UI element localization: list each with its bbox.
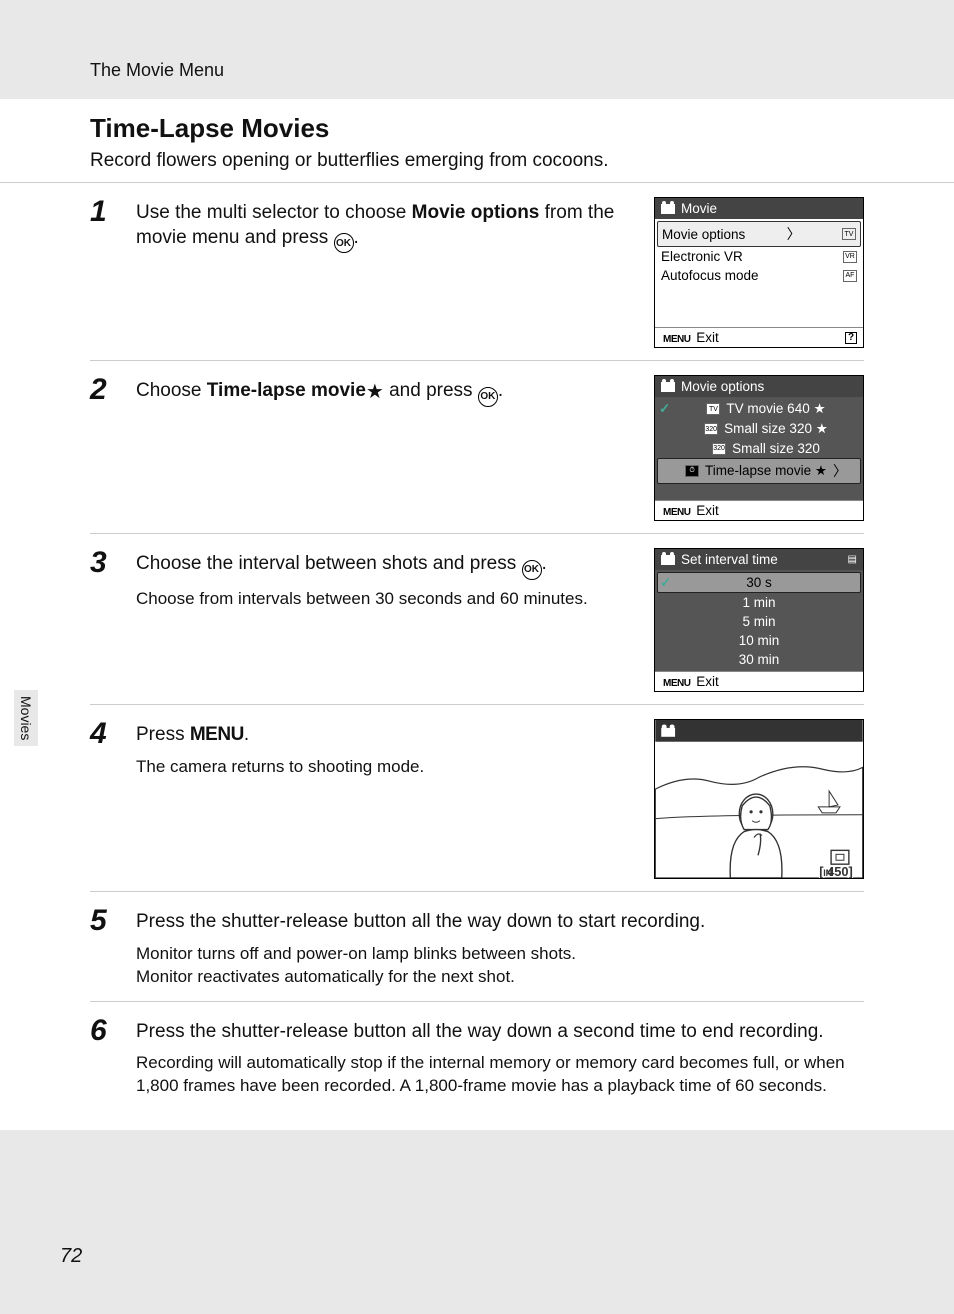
menu-item-autofocus: Autofocus modeAF: [657, 266, 861, 285]
option-small-320-star: 320Small size 320 ★: [657, 419, 861, 439]
step-number: 1: [90, 197, 118, 348]
camera-screen-movie-options: Movie options ✓TVTV movie 640 ★ 320Small…: [654, 375, 864, 521]
interval-10min: 10 min: [657, 631, 861, 650]
breadcrumb: The Movie Menu: [90, 60, 864, 81]
step-5: 5 Press the shutter-release button all t…: [90, 892, 864, 1002]
step-number: 3: [90, 548, 118, 692]
menu-item-electronic-vr: Electronic VRVR: [657, 247, 861, 266]
camera-screen-live-view: [ 450] IN: [654, 719, 864, 879]
step-number: 6: [90, 1016, 118, 1099]
step-instruction: Use the multi selector to choose Movie o…: [136, 201, 636, 253]
menu-item-movie-options: Movie options〉TV: [657, 221, 861, 247]
camera-screen-movie-menu: Movie Movie options〉TV Electronic VRVR A…: [654, 197, 864, 348]
step-6: 6 Press the shutter-release button all t…: [90, 1002, 864, 1111]
help-icon: ?: [845, 332, 857, 344]
step-number: 2: [90, 375, 118, 521]
step-instruction: Choose Time-lapse movie★ and press OK.: [136, 379, 636, 407]
step-instruction: Choose the interval between shots and pr…: [136, 552, 636, 580]
interval-5min: 5 min: [657, 612, 861, 631]
step-detail: Choose from intervals between 30 seconds…: [136, 588, 636, 611]
step-4: 4 Press MENU. The camera returns to shoo…: [90, 705, 864, 892]
step-number: 5: [90, 906, 118, 989]
step-1: 1 Use the multi selector to choose Movie…: [90, 183, 864, 361]
option-time-lapse: ⏱Time-lapse movie ★〉: [657, 458, 861, 484]
ok-icon: OK: [334, 233, 354, 253]
step-2: 2 Choose Time-lapse movie★ and press OK.…: [90, 361, 864, 534]
movie-icon: [661, 555, 675, 565]
interval-30min: 30 min: [657, 650, 861, 669]
option-small-320: 320Small size 320: [657, 439, 861, 458]
interval-1min: 1 min: [657, 593, 861, 612]
camera-screen-interval: Set interval time▤ ✓30 s 1 min 5 min 10 …: [654, 548, 864, 692]
movie-icon: [661, 204, 675, 214]
interval-30s: ✓30 s: [657, 572, 861, 593]
page-number: 72: [60, 1245, 82, 1268]
star-icon: ★: [366, 381, 384, 403]
step-instruction: Press MENU.: [136, 723, 636, 748]
ok-icon: OK: [478, 387, 498, 407]
svg-text:IN: IN: [823, 868, 832, 878]
ok-icon: OK: [522, 560, 542, 580]
step-instruction: Press the shutter-release button all the…: [136, 910, 864, 935]
step-number: 4: [90, 719, 118, 879]
page-subtitle: Record flowers opening or butterflies em…: [90, 150, 864, 172]
movie-icon: [661, 382, 675, 392]
step-detail: Monitor turns off and power-on lamp blin…: [136, 943, 864, 989]
page-title: Time-Lapse Movies: [90, 113, 864, 144]
step-instruction: Press the shutter-release button all the…: [136, 1020, 864, 1045]
step-detail: The camera returns to shooting mode.: [136, 756, 636, 779]
option-tv-640: ✓TVTV movie 640 ★: [657, 399, 861, 419]
section-tab: Movies: [14, 690, 38, 746]
step-detail: Recording will automatically stop if the…: [136, 1052, 864, 1098]
step-3: 3 Choose the interval between shots and …: [90, 534, 864, 705]
